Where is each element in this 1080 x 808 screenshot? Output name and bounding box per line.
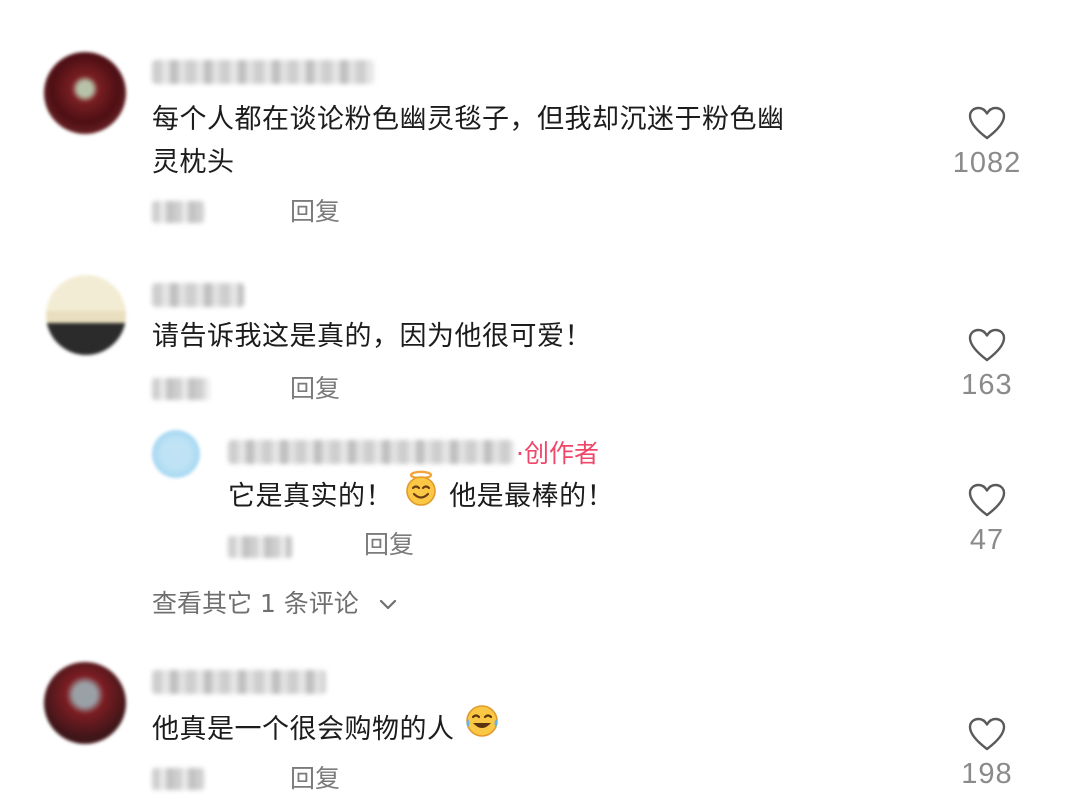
reply-button[interactable]: 回复	[290, 764, 340, 794]
reply-item: ·创作者 它是真实的！ 他是最棒的！ 回复 47	[0, 420, 1080, 570]
comment-thread: 每个人都在谈论粉色幽灵毯子，但我却沉迷于粉色幽 灵枕头 回复 1082 请告诉我…	[0, 0, 1080, 808]
like-button[interactable]: 1082	[942, 105, 1032, 180]
like-count: 163	[961, 369, 1013, 401]
comment-item: 他真是一个很会购物的人 回复 198	[0, 640, 1080, 808]
chevron-down-icon	[379, 588, 397, 618]
avatar[interactable]	[44, 662, 126, 744]
avatar[interactable]	[152, 430, 200, 478]
face-with-tears-of-joy-icon	[464, 703, 500, 752]
comment-text: 他真是一个很会购物的人	[152, 703, 912, 755]
comment-text-line: 每个人都在谈论粉色幽灵毯子，但我却沉迷于粉色幽	[152, 104, 785, 135]
timestamp-blurred	[152, 378, 210, 400]
like-button[interactable]: 198	[942, 716, 1032, 791]
reply-button[interactable]: 回复	[290, 374, 340, 404]
timestamp-blurred	[228, 536, 292, 558]
comment-item: 每个人都在谈论粉色幽灵毯子，但我却沉迷于粉色幽 灵枕头 回复 1082	[0, 0, 1080, 245]
view-more-replies-button[interactable]: 查看其它 1 条评论	[152, 589, 397, 620]
username-blurred[interactable]	[228, 440, 514, 464]
username-blurred[interactable]	[152, 60, 374, 84]
comment-text-line: 他真是一个很会购物的人	[152, 714, 455, 745]
smiling-face-with-halo-icon	[402, 469, 440, 520]
like-count: 1082	[952, 147, 1022, 179]
heart-icon	[968, 717, 1006, 751]
creator-tag: ·创作者	[516, 434, 599, 470]
heart-icon	[968, 106, 1006, 140]
timestamp-blurred	[152, 768, 204, 790]
heart-icon	[968, 328, 1006, 362]
reply-text-part: 它是真实的！	[228, 481, 393, 512]
like-button[interactable]: 47	[942, 482, 1032, 557]
like-count: 198	[961, 758, 1013, 790]
reply-button[interactable]: 回复	[364, 530, 414, 560]
creator-separator: ·	[516, 439, 524, 468]
avatar[interactable]	[46, 275, 126, 355]
heart-icon	[968, 483, 1006, 517]
like-button[interactable]: 163	[942, 327, 1032, 402]
comment-item: 请告诉我这是真的，因为他很可爱！ 回复 163	[0, 245, 1080, 420]
username-blurred[interactable]	[152, 283, 244, 307]
reply-text: 它是真实的！ 他是最棒的！	[228, 469, 908, 523]
timestamp-blurred	[152, 201, 204, 223]
username-blurred[interactable]	[152, 670, 326, 694]
comment-text: 请告诉我这是真的，因为他很可爱！	[152, 321, 592, 352]
like-count: 47	[969, 524, 1005, 556]
creator-tag-label: 创作者	[523, 439, 599, 468]
avatar[interactable]	[44, 52, 126, 134]
reply-button[interactable]: 回复	[290, 197, 340, 227]
comment-text-line: 灵枕头	[152, 147, 235, 178]
reply-text-part: 他是最棒的！	[449, 481, 615, 512]
comment-text: 每个人都在谈论粉色幽灵毯子，但我却沉迷于粉色幽 灵枕头	[152, 98, 932, 184]
view-more-label: 查看其它 1 条评论	[152, 589, 359, 618]
